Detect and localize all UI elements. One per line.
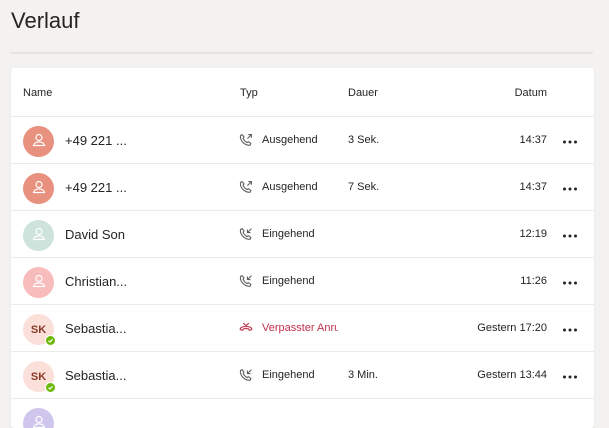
call-date: Gestern 17:20 <box>477 322 547 334</box>
table-row[interactable] <box>11 399 594 428</box>
outgoing-call-icon <box>239 180 253 194</box>
incoming-call-icon <box>239 274 253 288</box>
call-date: 14:37 <box>519 181 547 193</box>
call-type: Eingehend <box>262 275 315 287</box>
call-duration: 7 Sek. <box>348 181 380 193</box>
more-options-button[interactable] <box>560 318 580 338</box>
more-options-button[interactable] <box>560 130 580 150</box>
avatar <box>23 408 54 428</box>
more-icon <box>562 131 578 149</box>
more-icon <box>562 319 578 337</box>
incoming-call-icon <box>239 368 253 382</box>
table-row[interactable]: Christian... Eingehend 11:26 <box>11 258 594 305</box>
table-header: Name Typ Dauer Datum <box>11 68 594 117</box>
table-row[interactable]: +49 221 ... Ausgehend 3 Sek. 14:37 <box>11 117 594 164</box>
contact-name[interactable]: Sebastia... <box>65 321 215 336</box>
call-type: Eingehend <box>262 228 315 240</box>
outgoing-call-icon <box>239 133 253 147</box>
avatar-initials: SK <box>30 323 47 336</box>
person-icon <box>30 413 48 428</box>
call-history-table: Name Typ Dauer Datum +49 221 ... Ausgehen… <box>11 68 594 428</box>
more-icon <box>562 272 578 290</box>
presence-available-icon <box>45 382 56 393</box>
title-divider <box>11 52 593 54</box>
avatar-initials: SK <box>30 370 47 383</box>
call-date: 12:19 <box>519 228 547 240</box>
presence-available-icon <box>45 335 56 346</box>
call-date: 11:26 <box>520 275 547 287</box>
avatar <box>23 220 54 251</box>
contact-name[interactable]: +49 221 ... <box>65 180 215 195</box>
more-icon <box>562 366 578 384</box>
contact-name[interactable]: Sebastia... <box>65 368 215 383</box>
more-options-button[interactable] <box>560 271 580 291</box>
missed-call-icon <box>239 321 253 335</box>
contact-name[interactable]: Christian... <box>65 274 215 289</box>
call-type: Verpasster Anruf <box>262 322 338 334</box>
table-body: +49 221 ... Ausgehend 3 Sek. 14:37 +49 221 .… <box>11 117 594 428</box>
person-icon <box>30 225 48 246</box>
table-row[interactable]: +49 221 ... Ausgehend 7 Sek. 14:37 <box>11 164 594 211</box>
incoming-call-icon <box>239 227 253 241</box>
more-options-button[interactable] <box>560 177 580 197</box>
avatar <box>23 267 54 298</box>
call-type: Ausgehend <box>262 134 318 146</box>
column-header-type[interactable]: Typ <box>240 87 258 99</box>
person-icon <box>30 178 48 199</box>
table-row[interactable]: SK Sebastia... Eingehend 3 Min. 31 Sek. Gest… <box>11 352 594 399</box>
column-header-date[interactable]: Datum <box>515 87 547 99</box>
more-options-button[interactable] <box>560 365 580 385</box>
call-date: 14:37 <box>519 134 547 146</box>
call-duration: 3 Min. 31 Sek. <box>348 369 381 381</box>
call-type: Ausgehend <box>262 181 318 193</box>
call-date: Gestern 13:44 <box>477 369 547 381</box>
more-icon <box>562 178 578 196</box>
column-header-duration[interactable]: Dauer <box>348 87 378 99</box>
contact-name[interactable]: David Son <box>65 227 215 242</box>
call-type: Eingehend <box>262 369 315 381</box>
contact-name[interactable]: +49 221 ... <box>65 133 215 148</box>
person-icon <box>30 131 48 152</box>
avatar: SK <box>23 314 56 346</box>
call-duration: 3 Sek. <box>348 134 380 146</box>
more-options-button[interactable] <box>560 224 580 244</box>
avatar: SK <box>23 361 56 393</box>
table-row[interactable]: David Son Eingehend 12:19 <box>11 211 594 258</box>
avatar <box>23 126 54 157</box>
page-title: Verlauf <box>11 8 80 33</box>
avatar <box>23 173 54 204</box>
table-row[interactable]: SK Sebastia... Verpasster Anruf Gestern 17:… <box>11 305 594 352</box>
person-icon <box>30 272 48 293</box>
column-header-name[interactable]: Name <box>23 87 52 99</box>
more-icon <box>562 225 578 243</box>
